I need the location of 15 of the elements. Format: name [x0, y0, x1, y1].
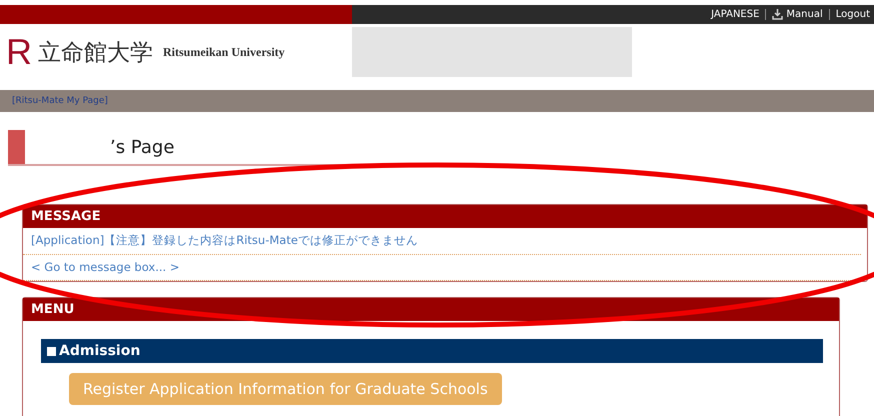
top-bar-link[interactable]: Logout	[836, 9, 870, 20]
section-title: Admission	[59, 343, 140, 359]
page-title: ’s Page	[110, 136, 174, 158]
breadcrumb-link[interactable]: [Ritsu-Mate My Page]	[12, 96, 108, 106]
logo-name: 立命館大学	[38, 38, 153, 68]
panel-title: MESSAGE	[23, 205, 867, 228]
square-icon	[47, 346, 56, 356]
message-link[interactable]: [Application]【注意】登録した内容はRitsu-Mateでは修正ができません	[31, 233, 418, 247]
logo-mark: R	[6, 34, 32, 70]
top-bar-link[interactable]: Manual	[772, 9, 823, 20]
download-icon	[772, 9, 784, 20]
top-bar-link[interactable]: JAPANESE	[711, 9, 760, 20]
message-box-link[interactable]: < Go to message box... >	[31, 260, 180, 274]
logo-subtitle: Ritsumeikan University	[163, 44, 285, 60]
title-marker	[8, 130, 25, 164]
